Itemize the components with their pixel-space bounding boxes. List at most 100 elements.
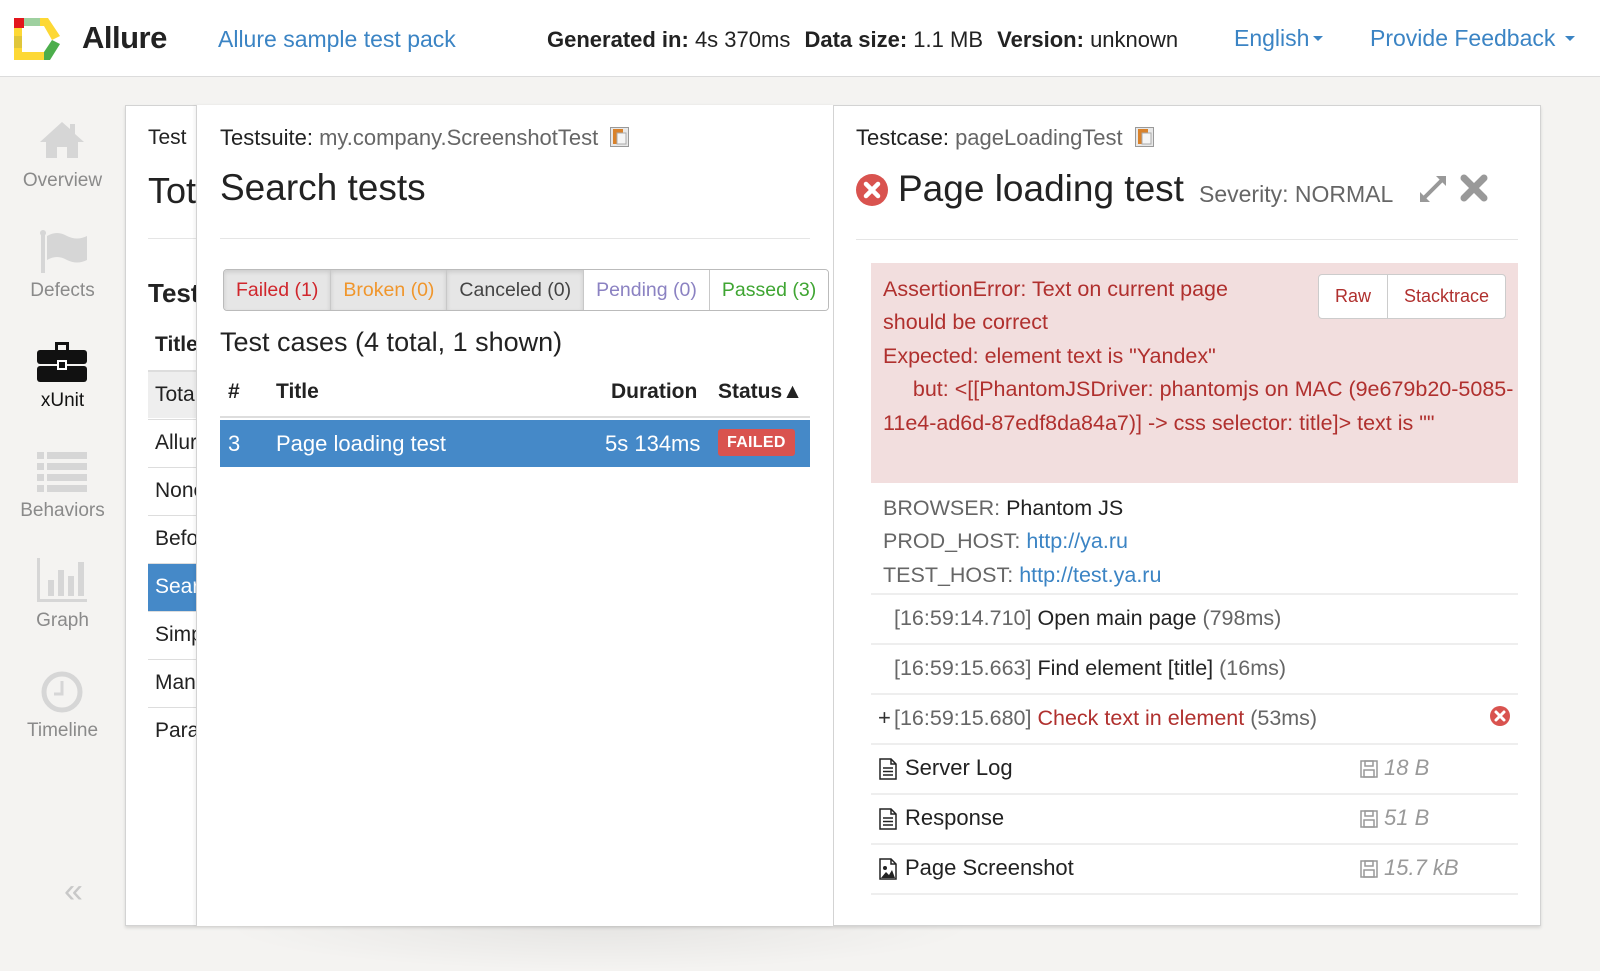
test-case-row[interactable]: 3 Page loading test 5s 134ms FAILED — [220, 420, 810, 467]
failed-status-icon — [856, 174, 888, 206]
testsuites-panel[interactable]: Test Total Test Title Total Allure None … — [126, 106, 198, 925]
column-header-title[interactable]: Title — [155, 333, 198, 357]
image-file-icon — [879, 858, 897, 880]
sidebar-item-xunit[interactable]: xUnit — [0, 328, 125, 438]
test-cases-heading: Test cases (4 total, 1 shown) — [220, 327, 563, 357]
expand-step-icon[interactable]: + — [878, 695, 891, 741]
step-name: Open main page — [1037, 606, 1197, 630]
suite-row[interactable]: Many — [148, 659, 198, 707]
attachment-row[interactable]: Response 51 B — [871, 793, 1518, 843]
filter-pending[interactable]: Pending (0) — [584, 270, 710, 310]
attachment-row[interactable]: Server Log 18 B — [871, 743, 1518, 793]
step-row[interactable]: [16:59:15.663] Find element [title] (16m… — [871, 643, 1518, 693]
suite-row[interactable]: Allure — [148, 419, 198, 467]
parameter-row: PROD_HOST: http://ya.ru — [883, 525, 1161, 558]
sidebar-item-graph[interactable]: Graph — [0, 548, 125, 658]
copy-icon[interactable] — [1134, 127, 1154, 147]
status-filter-group: Failed (1) Broken (0) Canceled (0) Pendi… — [223, 269, 830, 311]
save-icon[interactable] — [1360, 760, 1378, 778]
sidebar-item-timeline[interactable]: Timeline — [0, 658, 125, 768]
step-duration: (16ms) — [1219, 656, 1287, 680]
copy-icon[interactable] — [610, 127, 630, 147]
language-label: English — [1234, 25, 1310, 51]
suite-row[interactable]: Simple — [148, 611, 198, 659]
divider — [871, 893, 1518, 895]
step-row-failed[interactable]: + [16:59:15.680] Check text in element (… — [871, 693, 1518, 743]
language-dropdown[interactable]: English — [1234, 25, 1324, 52]
text-file-icon — [879, 758, 897, 780]
top-navbar: Allure Allure sample test pack Generated… — [0, 0, 1600, 77]
suite-row[interactable]: Before — [148, 515, 198, 563]
divider — [220, 238, 810, 239]
caret-down-icon — [1313, 35, 1324, 41]
attachment-size: 18 B — [1384, 755, 1430, 780]
filter-failed[interactable]: Failed (1) — [224, 270, 332, 310]
collapse-sidebar-button[interactable]: « — [64, 874, 83, 908]
generated-value: 4s 370ms — [694, 27, 791, 52]
error-message-box: AssertionError: Text on current page sho… — [871, 263, 1518, 483]
suite-row-total[interactable]: Total — [148, 370, 198, 418]
list-icon — [37, 452, 87, 492]
suite-row-selected[interactable]: Search — [148, 563, 198, 611]
step-time: [16:59:15.680] — [894, 706, 1032, 730]
version-value: unknown — [1090, 27, 1179, 52]
parameter-link[interactable]: http://test.ya.ru — [1019, 563, 1161, 587]
content-panels: Test Total Test Title Total Allure None … — [125, 105, 1541, 926]
save-icon[interactable] — [1360, 860, 1378, 878]
step-duration: (53ms) — [1250, 706, 1318, 730]
sidebar-item-label: Behaviors — [20, 500, 105, 521]
filter-broken[interactable]: Broken (0) — [331, 270, 448, 310]
suite-row[interactable]: None — [148, 467, 198, 515]
feedback-dropdown[interactable]: Provide Feedback — [1370, 25, 1576, 52]
test-case-number: 3 — [228, 431, 241, 456]
testsuite-name: my.company.ScreenshotTest — [319, 125, 599, 150]
sidebar-item-behaviors[interactable]: Behaviors — [0, 438, 125, 548]
sidebar-item-label: xUnit — [40, 390, 85, 411]
step-time: [16:59:15.663] — [894, 656, 1032, 680]
divider — [148, 238, 198, 239]
attachment-name: Response — [905, 805, 1005, 830]
sidebar-item-overview[interactable]: Overview — [0, 108, 125, 218]
allure-logo-icon[interactable] — [14, 18, 62, 62]
testcase-name: pageLoadingTest — [955, 125, 1123, 150]
status-badge: FAILED — [718, 429, 795, 456]
raw-button[interactable]: Raw — [1319, 275, 1389, 318]
attachment-row[interactable]: Page Screenshot 15.7 kB — [871, 843, 1518, 893]
report-name-link[interactable]: Allure sample test pack — [218, 26, 456, 53]
sidebar-item-defects[interactable]: Defects — [0, 218, 125, 328]
step-row[interactable]: [16:59:14.710] Open main page (798ms) — [871, 593, 1518, 643]
parameter-key: BROWSER: — [883, 496, 1001, 520]
failed-status-icon — [1490, 706, 1510, 726]
step-name: Check text in element — [1037, 706, 1245, 730]
filter-canceled[interactable]: Canceled (0) — [447, 270, 585, 310]
suite-row[interactable]: Parameters — [148, 707, 198, 755]
attachment-name: Server Log — [905, 755, 1013, 780]
parameter-key: TEST_HOST: — [883, 562, 1014, 587]
close-icon[interactable] — [1460, 174, 1488, 202]
save-icon[interactable] — [1360, 810, 1378, 828]
brand-name: Allure — [82, 20, 167, 55]
briefcase-icon — [37, 342, 87, 382]
step-time: [16:59:14.710] — [894, 606, 1032, 630]
filter-passed[interactable]: Passed (3) — [709, 270, 829, 310]
testcase-label: Testcase: — [856, 125, 949, 150]
parameter-link[interactable]: http://ya.ru — [1026, 529, 1128, 553]
test-cases-header: # Title Duration Status▲ — [220, 380, 810, 418]
data-size-label: Data size: — [804, 27, 908, 52]
column-header-status[interactable]: Status▲ — [718, 380, 803, 404]
column-header-number[interactable]: # — [228, 380, 240, 404]
caret-down-icon — [1565, 35, 1576, 41]
column-header-duration[interactable]: Duration — [611, 380, 697, 404]
feedback-label: Provide Feedback — [1370, 25, 1556, 51]
testsuite-label: Testsuite: — [220, 125, 313, 150]
testsuite-breadcrumb: Testsuite: my.company.ScreenshotTest — [220, 125, 630, 151]
test-case-title: Page loading test — [276, 431, 447, 456]
testsuite-panel: Testsuite: my.company.ScreenshotTest Sea… — [196, 105, 834, 926]
panel1-breadcrumb: Test — [148, 126, 187, 149]
column-header-title[interactable]: Title — [276, 380, 319, 404]
attachment-name: Page Screenshot — [905, 855, 1074, 880]
sidebar-item-label: Defects — [30, 280, 95, 301]
expand-icon[interactable] — [1416, 172, 1450, 206]
panel1-subtitle: Test — [148, 278, 198, 308]
stacktrace-button[interactable]: Stacktrace — [1388, 275, 1505, 318]
